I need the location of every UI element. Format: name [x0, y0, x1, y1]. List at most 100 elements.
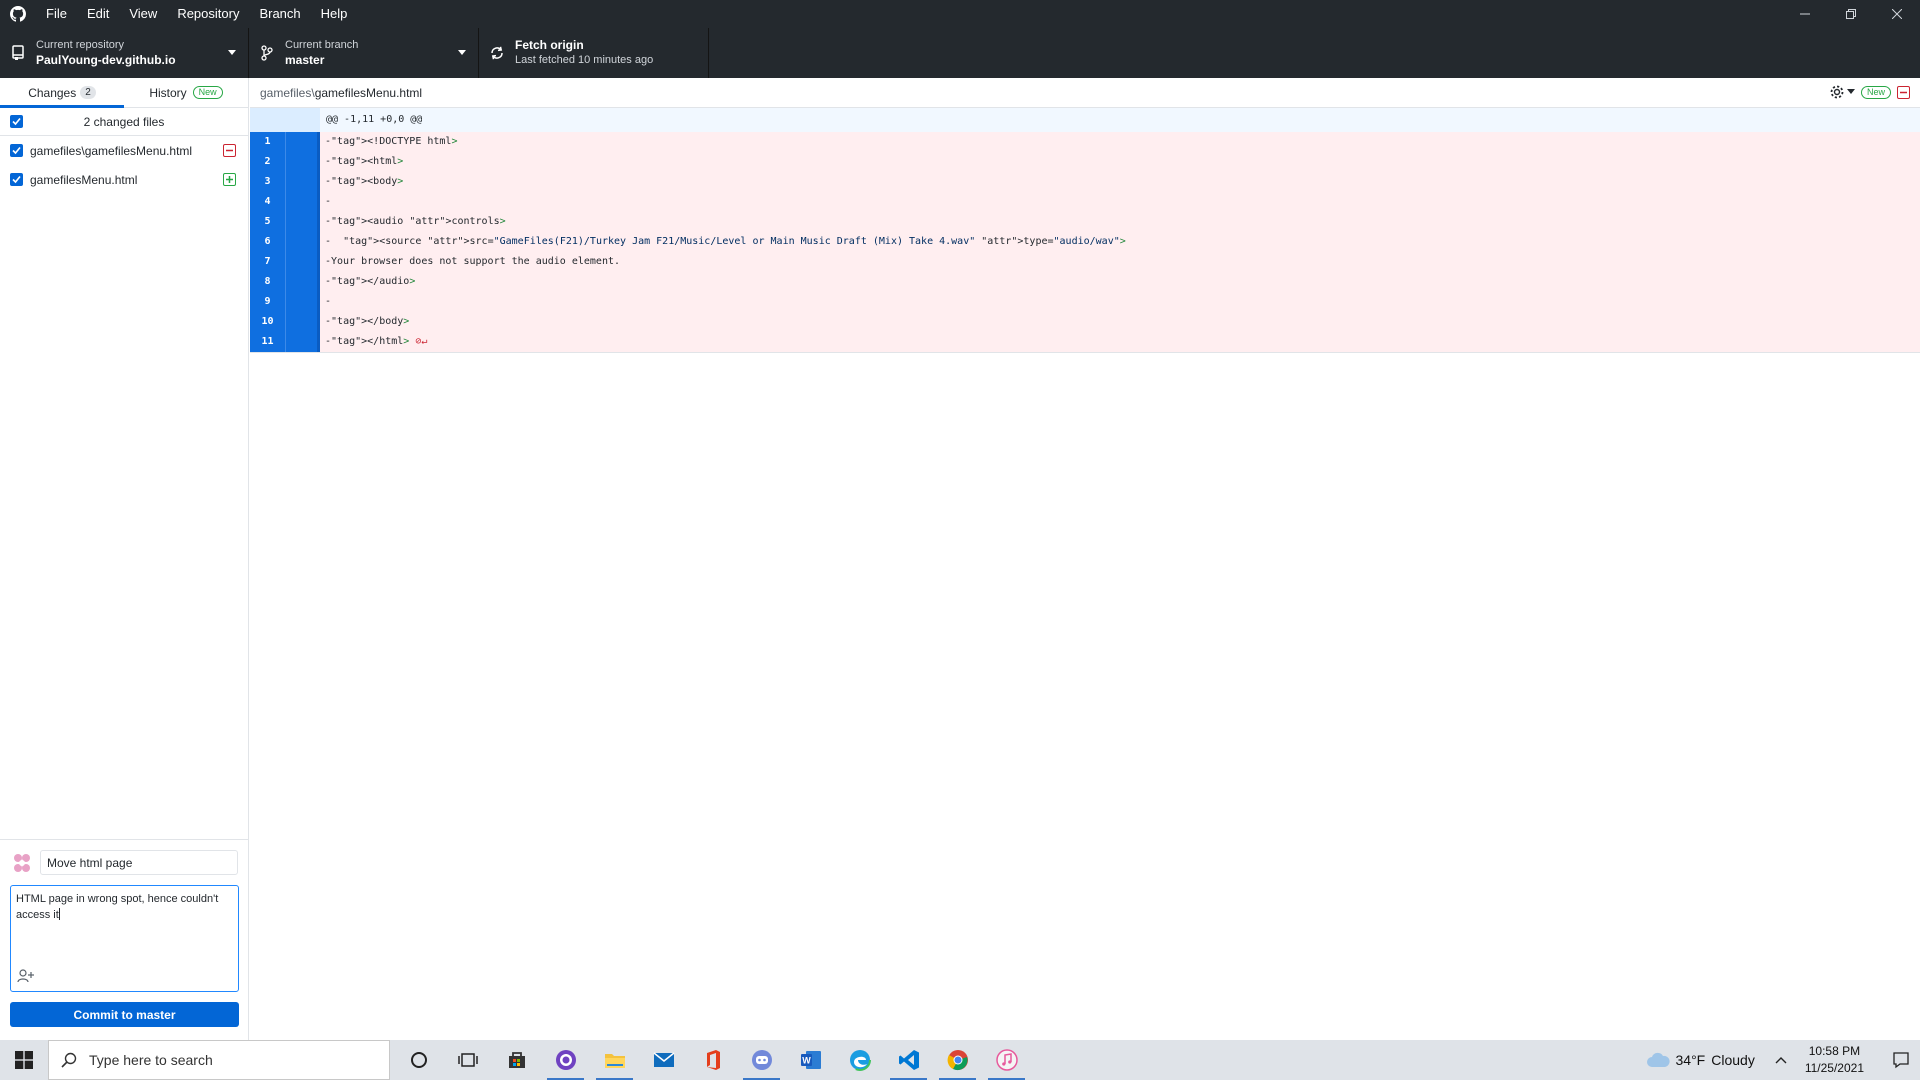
edge-app[interactable]	[835, 1040, 884, 1080]
vscode-app[interactable]	[884, 1040, 933, 1080]
diff-new-badge: New	[1860, 85, 1891, 99]
line-code-text: -"tag"></html>	[325, 336, 410, 347]
file-explorer-app[interactable]	[590, 1040, 639, 1080]
line-number-new[interactable]	[285, 132, 320, 152]
line-number[interactable]: 1	[250, 132, 285, 152]
menu-bar: File Edit View Repository Branch Help	[36, 0, 357, 28]
diff-line[interactable]: 10 -"tag"></body>	[250, 312, 1920, 332]
menu-view[interactable]: View	[119, 0, 167, 28]
folder-icon	[604, 1054, 625, 1068]
office-icon	[706, 1050, 720, 1070]
diff-line[interactable]: 8 -"tag"></audio>	[250, 272, 1920, 292]
mail-app[interactable]	[639, 1040, 688, 1080]
line-number-new[interactable]	[285, 152, 320, 172]
menu-repository[interactable]: Repository	[167, 0, 249, 28]
diff-line[interactable]: 5 -"tag"><audio "attr">controls>	[250, 212, 1920, 232]
file-row-deleted[interactable]: gamefiles\gamefilesMenu.html	[0, 136, 248, 165]
line-number-new[interactable]	[285, 172, 320, 192]
file-row-added[interactable]: gamefilesMenu.html	[0, 165, 248, 194]
line-code-text: -Your browser does not support the audio…	[325, 256, 621, 267]
diff-line[interactable]: 7 -Your browser does not support the audi…	[250, 252, 1920, 272]
line-number[interactable]: 2	[250, 152, 285, 172]
itunes-app[interactable]	[982, 1040, 1031, 1080]
line-number-new[interactable]	[285, 252, 320, 272]
tab-history[interactable]: History New	[124, 78, 248, 107]
changes-count-badge: 2	[80, 86, 96, 99]
line-code-text: -	[325, 196, 332, 207]
close-icon	[1892, 9, 1902, 19]
weather-description: Cloudy	[1711, 1052, 1755, 1068]
line-number-new[interactable]	[285, 292, 320, 312]
minimize-button[interactable]	[1782, 0, 1828, 28]
line-number[interactable]: 8	[250, 272, 285, 292]
current-repository-button[interactable]: Current repository PaulYoung-dev.github.…	[0, 28, 249, 78]
task-view-button[interactable]	[443, 1040, 492, 1080]
file-checkbox[interactable]	[10, 173, 23, 186]
diff-line[interactable]: 4-	[250, 192, 1920, 212]
show-hidden-icons-button[interactable]	[1769, 1056, 1793, 1064]
line-code-text: -"tag"><audio "attr">controls>	[325, 216, 506, 227]
line-number[interactable]: 5	[250, 212, 285, 232]
line-number[interactable]: 10	[250, 312, 285, 332]
diff-line[interactable]: 2 -"tag"><html>	[250, 152, 1920, 172]
line-number[interactable]: 6	[250, 232, 285, 252]
clock[interactable]: 10:58 PM 11/25/2021	[1805, 1043, 1864, 1077]
line-number[interactable]: 11	[250, 332, 285, 352]
weather-widget[interactable]: 34°F Cloudy	[1646, 1051, 1755, 1069]
menu-file[interactable]: File	[36, 0, 77, 28]
line-number-new[interactable]	[285, 212, 320, 232]
select-all-checkbox[interactable]	[10, 115, 23, 128]
menu-branch[interactable]: Branch	[249, 0, 310, 28]
file-checkbox[interactable]	[10, 144, 23, 157]
line-code: -"tag"><body>	[320, 172, 403, 192]
store-icon	[508, 1052, 525, 1068]
line-number[interactable]: 3	[250, 172, 285, 192]
line-number[interactable]: 9	[250, 292, 285, 312]
tab-changes[interactable]: Changes 2	[0, 78, 124, 108]
text-cursor	[58, 908, 60, 920]
line-number-new[interactable]	[285, 312, 320, 332]
diff-settings-button[interactable]	[1829, 84, 1855, 100]
commit-description-field[interactable]: HTML page in wrong spot, hence couldn't …	[10, 885, 239, 992]
github-desktop-app[interactable]	[541, 1040, 590, 1080]
chrome-app[interactable]	[933, 1040, 982, 1080]
line-number-new[interactable]	[285, 192, 320, 212]
current-branch-button[interactable]: Current branch master	[249, 28, 479, 78]
discord-app[interactable]	[737, 1040, 786, 1080]
menu-edit[interactable]: Edit	[77, 0, 119, 28]
diff-line[interactable]: 11 -"tag"></html> ⊘↵	[250, 332, 1920, 352]
commit-button[interactable]: Commit to master	[10, 1002, 239, 1027]
diff-line[interactable]: 3 -"tag"><body>	[250, 172, 1920, 192]
notifications-button[interactable]	[1882, 1051, 1920, 1069]
line-number-new[interactable]	[285, 272, 320, 292]
chrome-icon	[947, 1050, 968, 1071]
cortana-button[interactable]	[394, 1040, 443, 1080]
close-button[interactable]	[1874, 0, 1920, 28]
start-button[interactable]	[0, 1040, 48, 1080]
add-coauthor-icon[interactable]	[17, 969, 35, 985]
office-app[interactable]	[688, 1040, 737, 1080]
diff-line[interactable]: 1 -"tag"><!DOCTYPE html>	[250, 132, 1920, 152]
hunk-header[interactable]: @@ -1,11 +0,0 @@	[250, 108, 1920, 132]
restore-button[interactable]	[1828, 0, 1874, 28]
file-name: gamefiles\gamefilesMenu.html	[30, 143, 193, 158]
line-number-new[interactable]	[285, 332, 320, 352]
word-app[interactable]: W	[786, 1040, 835, 1080]
menu-help[interactable]: Help	[311, 0, 358, 28]
diff-line[interactable]: 6 - "tag"><source "attr">src="GameFiles(F…	[250, 232, 1920, 252]
line-number[interactable]: 7	[250, 252, 285, 272]
line-number-new[interactable]	[285, 232, 320, 252]
fetch-status: Last fetched 10 minutes ago	[515, 54, 654, 66]
line-code: -"tag"><!DOCTYPE html>	[320, 132, 457, 152]
line-code: -	[320, 192, 331, 212]
diff-path-directory: gamefiles\	[260, 85, 315, 100]
fetch-origin-button[interactable]: Fetch origin Last fetched 10 minutes ago	[479, 28, 709, 78]
check-icon	[12, 175, 21, 184]
taskbar-search[interactable]: Type here to search	[48, 1040, 390, 1080]
store-app[interactable]	[492, 1040, 541, 1080]
diff-line[interactable]: 9-	[250, 292, 1920, 312]
task-view-icon	[457, 1053, 478, 1067]
caret-down-icon	[1846, 89, 1855, 94]
commit-summary-input[interactable]	[40, 850, 238, 875]
line-number[interactable]: 4	[250, 192, 285, 212]
